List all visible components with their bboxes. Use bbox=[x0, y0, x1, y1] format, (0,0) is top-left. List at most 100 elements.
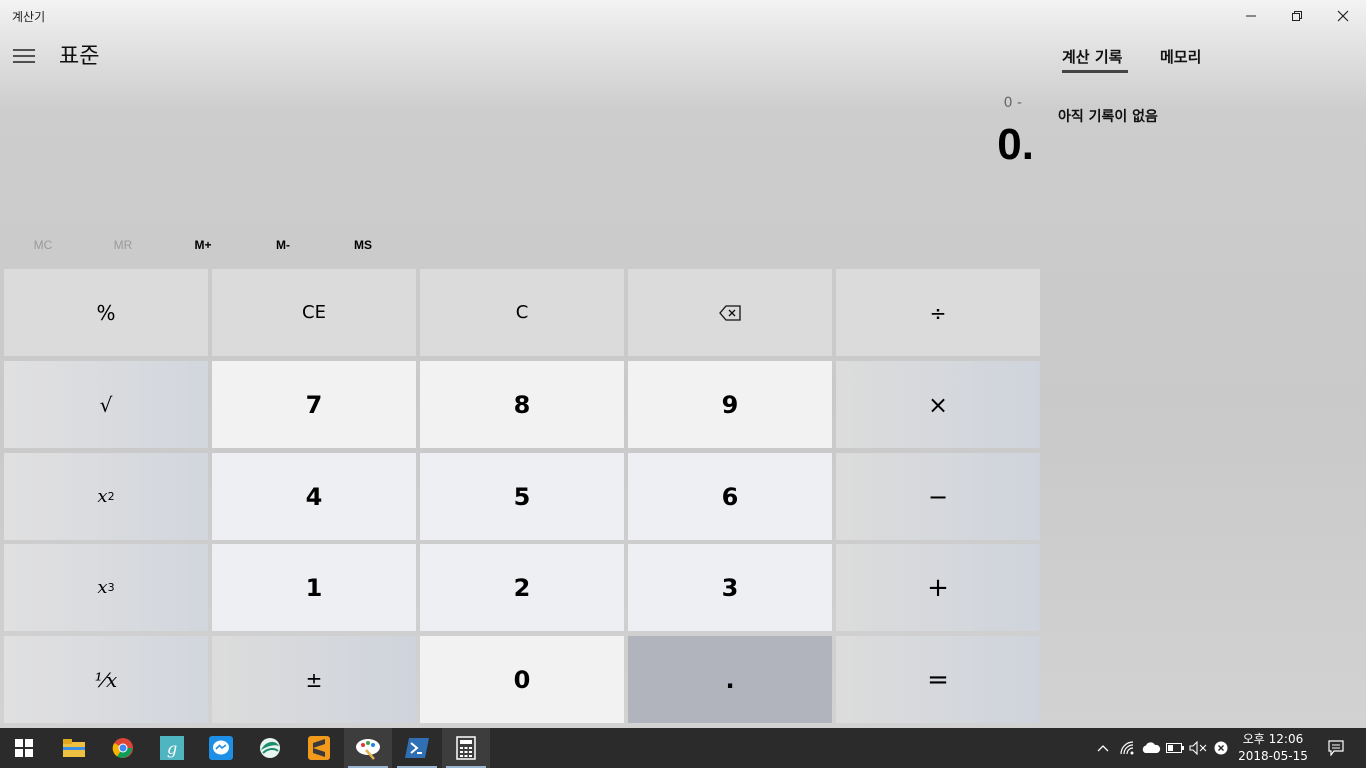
digit-5-label: 5 bbox=[513, 482, 531, 511]
c-label: C bbox=[515, 302, 529, 323]
chrome-icon bbox=[112, 738, 133, 758]
clock-date: 2018-05-15 bbox=[1238, 749, 1308, 763]
backspace-icon bbox=[719, 304, 741, 321]
taskbar-grammarly[interactable]: g bbox=[148, 728, 196, 768]
add-button[interactable]: + bbox=[836, 544, 1040, 631]
tray-status[interactable] bbox=[1209, 728, 1233, 768]
square-base-label: x bbox=[97, 486, 108, 507]
digit-6-button[interactable]: 6 bbox=[628, 453, 832, 540]
tray-volume[interactable] bbox=[1186, 728, 1210, 768]
sqrt-button[interactable]: √ bbox=[4, 361, 208, 448]
taskbar-clock[interactable]: 오후 12:06 2018-05-15 bbox=[1234, 731, 1312, 765]
negate-button[interactable]: ± bbox=[212, 636, 416, 723]
divide-label: ÷ bbox=[929, 300, 947, 325]
tray-onedrive[interactable] bbox=[1139, 728, 1163, 768]
backspace-button[interactable] bbox=[628, 269, 832, 356]
taskbar-app-swirl[interactable] bbox=[246, 728, 294, 768]
mode-title: 표준 bbox=[59, 44, 100, 69]
restore-button[interactable] bbox=[1274, 0, 1320, 32]
digit-2-label: 2 bbox=[513, 573, 531, 602]
start-button[interactable] bbox=[0, 728, 48, 768]
digit-5-button[interactable]: 5 bbox=[420, 453, 624, 540]
taskbar-powershell[interactable] bbox=[393, 728, 441, 768]
taskbar-chrome[interactable] bbox=[99, 728, 147, 768]
digit-6-label: 6 bbox=[721, 482, 739, 511]
taskbar-file-explorer[interactable] bbox=[50, 728, 98, 768]
multiply-label: × bbox=[927, 390, 949, 419]
cube-button[interactable]: x3 bbox=[4, 544, 208, 631]
taskbar-messenger[interactable] bbox=[197, 728, 245, 768]
digit-9-button[interactable]: 9 bbox=[628, 361, 832, 448]
equals-label: = bbox=[927, 664, 949, 695]
volume-muted-icon bbox=[1189, 741, 1207, 755]
digit-3-button[interactable]: 3 bbox=[628, 544, 832, 631]
divide-button[interactable]: ÷ bbox=[836, 269, 1040, 356]
minimize-icon bbox=[1246, 15, 1256, 17]
digit-9-label: 9 bbox=[721, 390, 739, 419]
action-center-button[interactable] bbox=[1316, 728, 1356, 768]
digit-8-button[interactable]: 8 bbox=[420, 361, 624, 448]
close-button[interactable] bbox=[1320, 0, 1366, 32]
minimize-button[interactable] bbox=[1228, 0, 1274, 32]
square-exp-label: 2 bbox=[107, 490, 115, 503]
battery-icon bbox=[1166, 743, 1184, 753]
tray-battery[interactable] bbox=[1163, 728, 1187, 768]
digit-7-button[interactable]: 7 bbox=[212, 361, 416, 448]
tab-history[interactable]: 계산 기록 bbox=[1062, 46, 1122, 67]
digit-7-label: 7 bbox=[305, 390, 323, 419]
multiply-button[interactable]: × bbox=[836, 361, 1040, 448]
memory-store-button[interactable]: MS bbox=[323, 230, 403, 260]
history-empty-message: 아직 기록이 없음 bbox=[1058, 109, 1158, 125]
tab-memory[interactable]: 메모리 bbox=[1160, 46, 1201, 67]
memory-add-button[interactable]: M+ bbox=[163, 230, 243, 260]
equals-button[interactable]: = bbox=[836, 636, 1040, 723]
digit-2-button[interactable]: 2 bbox=[420, 544, 624, 631]
digit-1-label: 1 bbox=[305, 573, 323, 602]
app-title: 계산기 bbox=[12, 10, 46, 24]
taskbar-paint-app[interactable] bbox=[344, 728, 392, 768]
paint-palette-icon bbox=[356, 739, 380, 760]
subtract-label: − bbox=[927, 482, 949, 511]
digit-0-button[interactable]: 0 bbox=[420, 636, 624, 723]
taskbar-calculator[interactable] bbox=[442, 728, 490, 768]
close-icon bbox=[1337, 10, 1349, 22]
sublime-text-icon bbox=[308, 736, 330, 760]
clear-entry-button[interactable]: CE bbox=[212, 269, 416, 356]
subtract-button[interactable]: − bbox=[836, 453, 1040, 540]
tray-overflow-button[interactable] bbox=[1091, 728, 1115, 768]
grammarly-icon: g bbox=[160, 736, 184, 760]
menu-button[interactable] bbox=[8, 40, 40, 72]
tab-history-underline bbox=[1062, 70, 1128, 73]
digit-0-label: 0 bbox=[513, 665, 531, 694]
memory-clear-button[interactable]: MC bbox=[3, 230, 83, 260]
result-display: 0. bbox=[997, 120, 1034, 169]
decimal-label: . bbox=[725, 665, 735, 694]
history-panel: 계산 기록 메모리 아직 기록이 없음 bbox=[1042, 32, 1366, 728]
powershell-icon bbox=[405, 738, 429, 758]
ce-label: CE bbox=[302, 302, 326, 323]
negate-label: ± bbox=[305, 667, 323, 692]
reciprocal-label: ⅟x bbox=[94, 667, 118, 692]
clear-button[interactable]: C bbox=[420, 269, 624, 356]
taskbar-sublime-text[interactable] bbox=[295, 728, 343, 768]
reciprocal-button[interactable]: ⅟x bbox=[4, 636, 208, 723]
title-bar: 계산기 bbox=[0, 0, 1366, 32]
tray-network[interactable] bbox=[1116, 728, 1140, 768]
windows-start-icon bbox=[15, 739, 33, 757]
calculator-window: 계산기 표준 0 - 0. MC MR M+ M- MS % CE C ÷ √ … bbox=[0, 0, 1366, 728]
sqrt-label: √ bbox=[99, 392, 113, 417]
decimal-button[interactable]: . bbox=[628, 636, 832, 723]
keypad: % CE C ÷ √ 7 8 9 × x2 4 5 6 − x3 1 2 3 +… bbox=[4, 269, 1042, 723]
clock-time: 오후 12:06 bbox=[1242, 732, 1304, 746]
add-label: + bbox=[927, 572, 949, 603]
percent-button[interactable]: % bbox=[4, 269, 208, 356]
close-circle-icon bbox=[1214, 741, 1228, 755]
percent-label: % bbox=[96, 300, 116, 325]
digit-1-button[interactable]: 1 bbox=[212, 544, 416, 631]
digit-4-button[interactable]: 4 bbox=[212, 453, 416, 540]
memory-recall-button[interactable]: MR bbox=[83, 230, 163, 260]
notification-icon bbox=[1328, 740, 1344, 756]
digit-3-label: 3 bbox=[721, 573, 739, 602]
memory-subtract-button[interactable]: M- bbox=[243, 230, 323, 260]
square-button[interactable]: x2 bbox=[4, 453, 208, 540]
